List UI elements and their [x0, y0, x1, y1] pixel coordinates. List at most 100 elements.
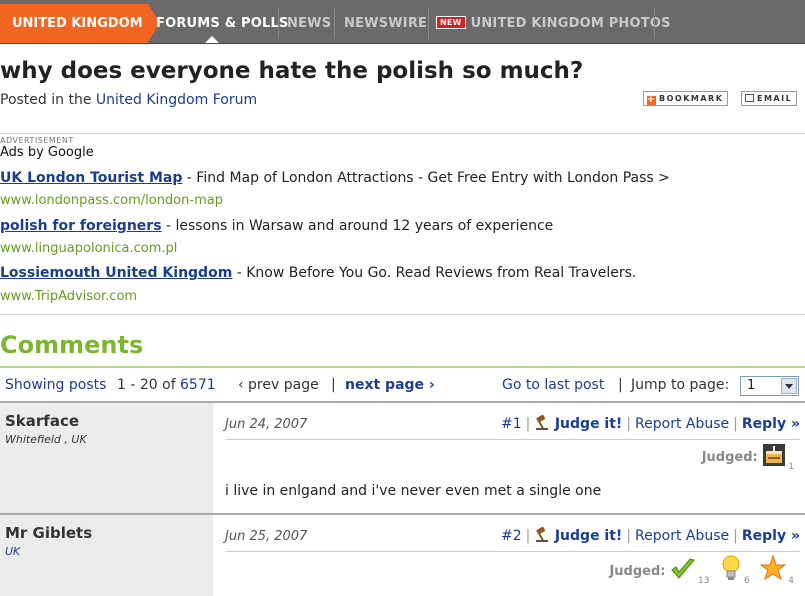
judge-it-label: Judge it! — [554, 416, 623, 432]
pager-bar: Showing posts 1 - 20 of 6571 ‹ prev page… — [0, 368, 805, 401]
pager-separator: | — [618, 377, 623, 393]
ad-item: UK London Tourist Map - Find Map of Lond… — [0, 170, 670, 186]
nav-tab-photos[interactable]: NEW UNITED KINGDOM PHOTOS — [436, 4, 671, 43]
judgement-count: 4 — [788, 576, 794, 586]
forum-link[interactable]: United Kingdom Forum — [96, 92, 257, 108]
ad-url[interactable]: www.linguapolonica.com.pl — [0, 241, 177, 256]
posted-in-label: Posted in the — [0, 92, 92, 108]
active-tab-caret — [205, 36, 219, 43]
cake-icon[interactable] — [762, 443, 786, 467]
nav-divider — [278, 8, 279, 39]
email-button[interactable]: EMAIL — [741, 91, 798, 106]
pager-separator: | — [331, 377, 336, 393]
separator: | — [733, 416, 738, 432]
nav-tab-photos-label: UNITED KINGDOM PHOTOS — [470, 16, 671, 31]
ad-url[interactable]: www.TripAdvisor.com — [0, 289, 137, 304]
new-badge: NEW — [436, 16, 466, 29]
gavel-icon — [536, 415, 549, 430]
divider — [0, 314, 805, 315]
post-author[interactable]: Skarface — [5, 412, 79, 430]
checkmark-icon[interactable] — [670, 557, 696, 581]
post-actions: #2 | Judge it! | Report Abuse | Reply » — [501, 527, 800, 544]
post-author-panel: Mr Giblets UK — [0, 515, 213, 596]
judgement-count: 13 — [698, 576, 710, 586]
email-label: EMAIL — [757, 94, 793, 103]
post-location[interactable]: UK — [5, 545, 20, 558]
email-icon — [745, 94, 754, 102]
post-body: Jun 25, 2007 #2 | Judge it! | Report Abuse |… — [225, 515, 800, 596]
advertisement-label: ADVERTISEMENT — [0, 136, 74, 145]
reply-link[interactable]: Reply » — [742, 416, 800, 432]
posted-in-line: Posted in the United Kingdom Forum — [0, 92, 257, 108]
divider — [0, 133, 805, 134]
top-nav: UNITED KINGDOM FORUMS & POLLS NEWS NEWSW… — [0, 0, 805, 44]
nav-home-tab[interactable]: UNITED KINGDOM — [0, 4, 160, 43]
separator: | — [525, 416, 531, 432]
showing-label: Showing posts — [5, 377, 107, 393]
post-author-panel: Skarface Whitefield , UK — [0, 403, 213, 513]
nav-divider — [654, 8, 655, 39]
post-author[interactable]: Mr Giblets — [5, 524, 92, 542]
separator: | — [626, 416, 632, 432]
ad-title-link[interactable]: UK London Tourist Map — [0, 170, 182, 186]
judged-row: Judged: 1 — [702, 443, 800, 472]
page-title: why does everyone hate the polish so muc… — [0, 58, 584, 84]
separator: | — [733, 528, 738, 544]
jump-value: 1 — [747, 378, 756, 393]
lightbulb-icon[interactable] — [720, 555, 742, 581]
nav-divider — [334, 8, 335, 39]
ad-description: - Find Map of London Attractions - Get F… — [182, 170, 670, 186]
comment-post: Skarface Whitefield , UK Jun 24, 2007 #1… — [0, 403, 805, 513]
post-actions: #1 | Judge it! | Report Abuse | Reply » — [501, 415, 800, 432]
gavel-icon — [536, 527, 549, 542]
chevron-down-icon[interactable] — [781, 378, 797, 394]
report-abuse-link[interactable]: Report Abuse — [635, 528, 729, 544]
separator: | — [525, 528, 531, 544]
nav-tab-forums[interactable]: FORUMS & POLLS — [156, 4, 289, 43]
post-text: i live in enlgand and i've never even me… — [225, 483, 602, 499]
post-header-rule — [225, 551, 800, 552]
judged-label: Judged: — [609, 564, 666, 579]
post-date: Jun 25, 2007 — [225, 529, 308, 544]
bookmark-button[interactable]: + BOOKMARK — [643, 91, 729, 106]
nav-divider — [428, 8, 429, 39]
ad-description: - lessons in Warsaw and around 12 years … — [161, 218, 554, 234]
post-number-link[interactable]: #2 — [501, 528, 522, 544]
judgement-count: 1 — [788, 462, 794, 472]
nav-tab-news[interactable]: NEWS — [287, 4, 331, 43]
post-body: Jun 24, 2007 #1 | Judge it! | Report Abuse |… — [225, 403, 800, 513]
star-icon[interactable] — [759, 554, 787, 581]
prev-page-link[interactable]: ‹ prev page — [238, 377, 319, 393]
jump-label: Jump to page: — [631, 377, 730, 393]
showing-range: 1 - 20 of — [117, 377, 176, 393]
total-posts: 6571 — [180, 377, 216, 393]
post-date: Jun 24, 2007 — [225, 417, 308, 432]
ad-item: polish for foreigners - lessons in Warsa… — [0, 218, 553, 234]
ad-title-link[interactable]: Lossiemouth United Kingdom — [0, 265, 232, 281]
report-abuse-link[interactable]: Report Abuse — [635, 416, 729, 432]
judge-it-label: Judge it! — [554, 528, 623, 544]
separator: | — [626, 528, 632, 544]
judge-it-button[interactable]: Judge it! — [534, 415, 623, 432]
nav-tab-newswire[interactable]: NEWSWIRE — [344, 4, 427, 43]
ad-item: Lossiemouth United Kingdom - Know Before… — [0, 265, 636, 281]
reply-link[interactable]: Reply » — [742, 528, 800, 544]
ad-url[interactable]: www.londonpass.com/london-map — [0, 193, 223, 208]
last-post-link[interactable]: Go to last post — [502, 377, 604, 393]
comments-heading: Comments — [0, 331, 144, 359]
bookmark-label: BOOKMARK — [659, 94, 724, 103]
judgement-count: 6 — [744, 576, 750, 586]
post-location: Whitefield , UK — [5, 433, 87, 446]
judged-row: Judged: 13 6 4 — [609, 554, 800, 586]
post-number-link[interactable]: #1 — [501, 416, 522, 432]
next-page-link[interactable]: next page › — [345, 377, 435, 393]
judge-it-button[interactable]: Judge it! — [534, 527, 623, 544]
jump-to-page-select[interactable]: 1 — [740, 376, 799, 396]
ads-by-google[interactable]: Ads by Google — [0, 145, 94, 160]
comment-post: Mr Giblets UK Jun 25, 2007 #2 | Judge it!… — [0, 515, 805, 596]
bookmark-icon: + — [647, 95, 657, 105]
judged-label: Judged: — [701, 450, 758, 465]
ad-title-link[interactable]: polish for foreigners — [0, 218, 162, 234]
post-header-rule — [225, 439, 800, 440]
ad-description: - Know Before You Go. Read Reviews from … — [232, 265, 637, 281]
